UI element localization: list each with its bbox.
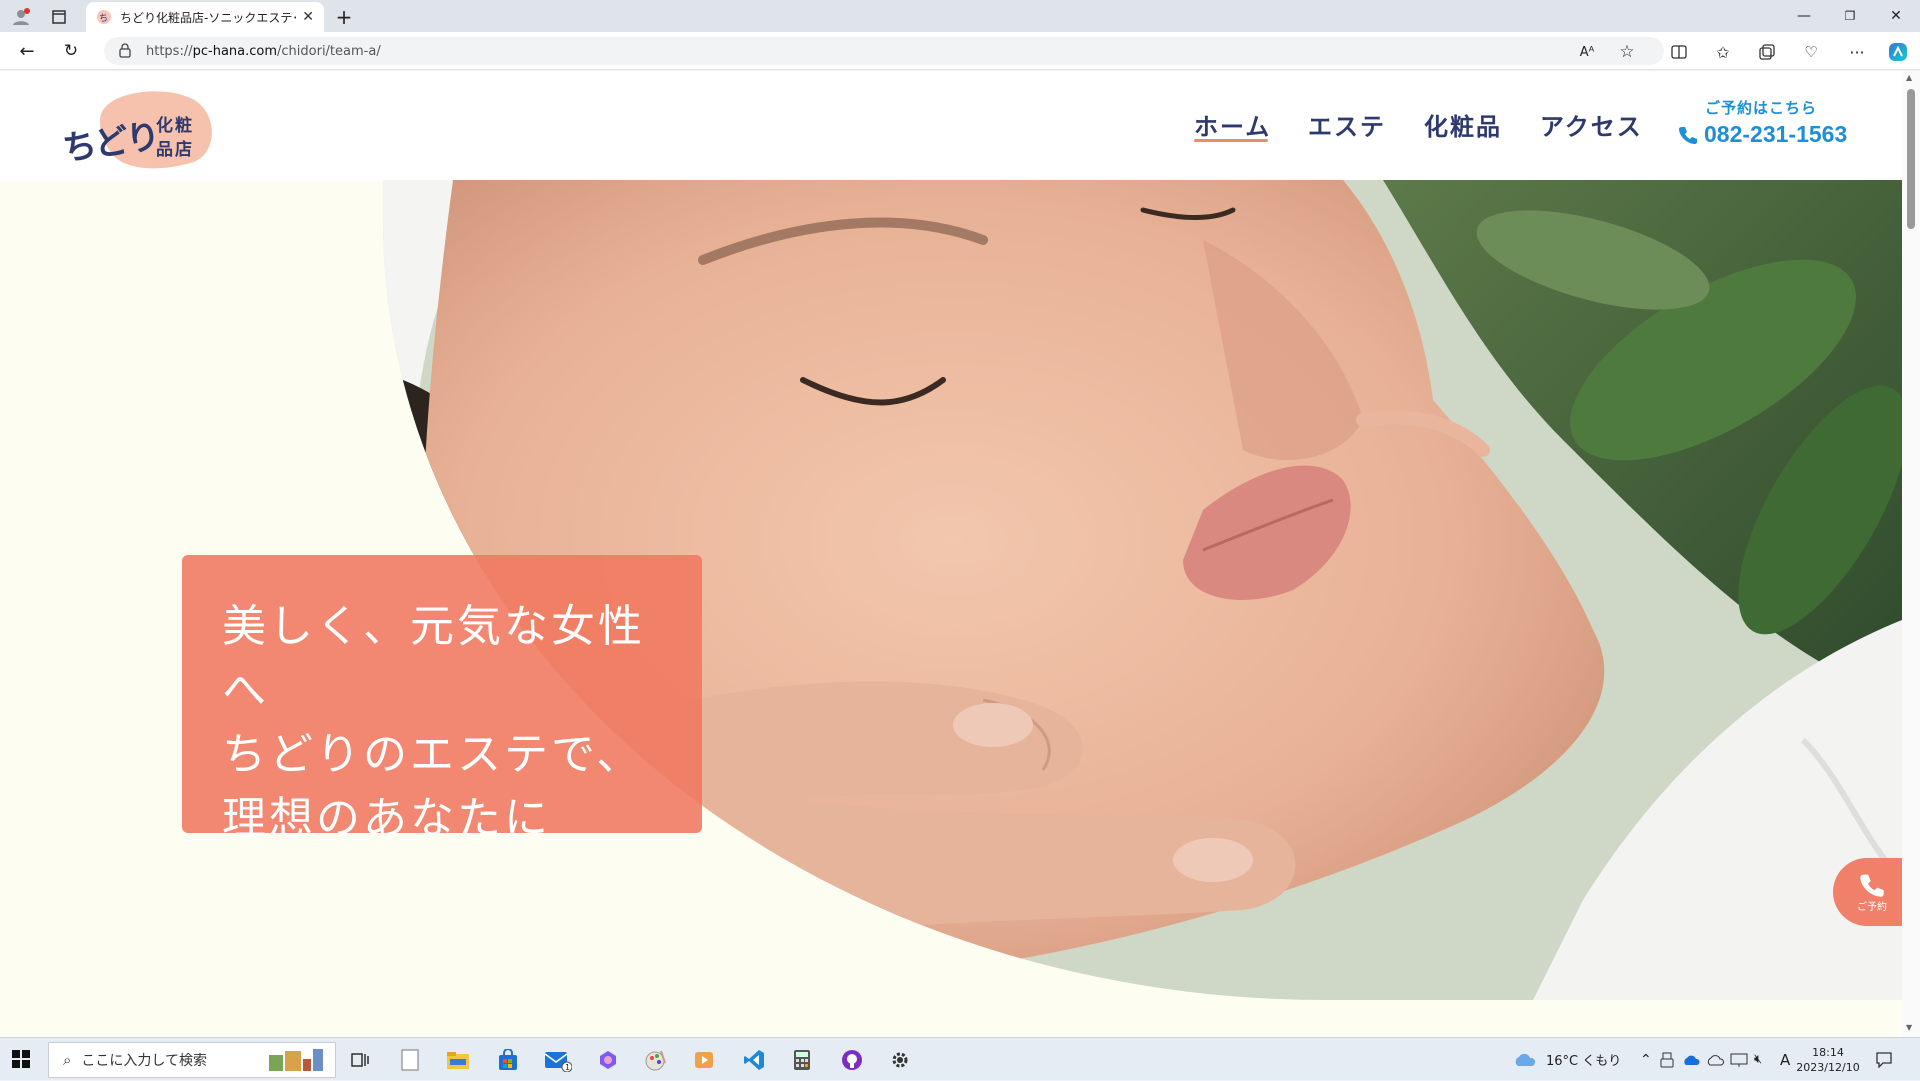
more-menu-icon[interactable]: ··· [1846,41,1868,63]
url-path: /chidori/team-a/ [277,43,381,59]
vscode-app-icon[interactable] [738,1044,770,1076]
lock-icon[interactable] [118,42,132,62]
minimize-icon[interactable]: — [1792,6,1816,26]
weather-widget[interactable]: 16°C くもり [1512,1038,1621,1081]
nav-active-underline [1194,139,1268,142]
browser-tab-strip: ち ちどり化粧品店-ソニックエステ･化粧 ✕ + — ❐ ✕ [0,0,1920,32]
site-favicon-icon: ち [97,10,111,24]
notification-icon[interactable] [1876,1038,1892,1081]
profile-icon[interactable] [10,6,32,28]
scroll-down-icon[interactable]: ▼ [1906,1023,1912,1032]
close-tab-icon[interactable]: ✕ [302,9,314,25]
task-view-icon[interactable] [344,1044,376,1076]
url-prefix: https:// [146,43,193,59]
nav-esthe-link[interactable]: エステ [1308,107,1386,142]
site-logo[interactable]: ちどり 化粧 品店 [60,81,220,177]
page-scrollbar[interactable]: ▲ ▼ [1902,71,1920,1037]
reserve-phone-link[interactable]: 082-231-1563 [1678,121,1847,148]
ime-indicator[interactable]: A [1780,1038,1790,1081]
refresh-icon[interactable]: ↻ [60,40,82,62]
store-app-icon[interactable] [492,1044,524,1076]
floating-reserve-button[interactable]: ご予約 [1833,858,1902,926]
windows-taskbar: ⌕ ここに入力して検索 1 16°C くもり ⌃ 🔇︎ A 18:14 2023… [0,1037,1920,1080]
restore-icon[interactable]: ❐ [1838,6,1862,26]
url-host: pc-hana.com [192,43,278,59]
favorites-icon[interactable]: ✩ [1712,41,1734,63]
reserve-label: ご予約はこちら [1705,99,1818,117]
svg-text:1: 1 [565,1063,570,1072]
clock-time: 18:14 [1812,1045,1844,1059]
network-icon[interactable] [1730,1038,1748,1081]
catch-line-1: 美しく、元気な女性へ [222,601,645,716]
calculator-app-icon[interactable] [786,1044,818,1076]
catch-line-2: ちどりのエステで、 [222,729,644,780]
settings-app-icon[interactable] [884,1044,916,1076]
clock-date: 2023/12/10 [1796,1060,1860,1074]
windows-start-icon[interactable] [12,1050,32,1070]
search-icon: ⌕ [63,1051,72,1069]
reserve-phone-number: 082-231-1563 [1704,121,1848,147]
back-icon[interactable]: ← [16,40,38,62]
svg-text:ち: ち [99,13,108,24]
nav-access-link[interactable]: アクセス [1540,107,1643,142]
hero-catchphrase: 美しく、元気な女性へ ちどりのエステで、 理想のあなたに [182,555,702,844]
nav-cosmetics-link[interactable]: 化粧品 [1424,107,1502,142]
notepad-app-icon[interactable] [394,1044,426,1076]
site-header: ちどり 化粧 品店 ホーム エステ 化粧品 アクセス ご予約はこちら 082-2… [0,71,1902,181]
search-highlight-icon [267,1047,327,1079]
favorite-star-icon[interactable]: ☆ [1616,41,1638,63]
copilot-icon[interactable] [1886,40,1910,64]
phone-icon [1860,874,1884,897]
browser-toolbar: ← ↻ https://pc-hana.com/chidori/team-a/ … [0,32,1920,70]
tray-overflow-icon[interactable]: ⌃ [1640,1038,1652,1081]
split-screen-icon[interactable] [1668,41,1690,63]
github-app-icon[interactable] [836,1044,868,1076]
clock[interactable]: 18:14 2023/12/10 [1796,1038,1860,1081]
speaker-muted-icon[interactable]: 🔇︎ [1754,1038,1762,1081]
logo-text-sub2: 品店 [156,140,194,160]
catch-line-3: 理想のあなたに [222,793,551,844]
floating-reserve-label: ご予約 [1857,901,1887,913]
paint-app-icon[interactable] [640,1044,672,1076]
copilot-app-icon[interactable] [592,1044,624,1076]
new-tab-icon[interactable]: + [332,5,356,29]
cloud-icon [1515,1053,1536,1066]
collections-icon[interactable] [1756,41,1778,63]
browser-essentials-icon[interactable]: ♡ [1800,41,1822,63]
media-player-icon[interactable] [688,1044,720,1076]
tab-actions-icon[interactable] [50,8,68,26]
nav-home-link[interactable]: ホーム [1194,107,1271,142]
url-bar[interactable]: https://pc-hana.com/chidori/team-a/ [104,37,1664,65]
file-explorer-icon[interactable] [442,1044,474,1076]
tray-usb-icon[interactable] [1660,1038,1674,1081]
onedrive-icon[interactable] [1682,1038,1700,1081]
taskbar-search-placeholder: ここに入力して検索 [81,1053,207,1069]
scroll-up-icon[interactable]: ▲ [1906,73,1912,82]
phone-icon [1679,126,1697,144]
logo-text-sub1: 化粧 [156,116,194,136]
onedrive-personal-icon[interactable] [1706,1038,1724,1081]
tab-title: ちどり化粧品店-ソニックエステ･化粧 [120,10,296,25]
weather-text: 16°C くもり [1546,1054,1622,1069]
scrollbar-thumb[interactable] [1907,89,1915,229]
close-window-icon[interactable]: ✕ [1884,6,1908,26]
browser-tab-active[interactable]: ち ちどり化粧品店-ソニックエステ･化粧 ✕ [86,2,324,32]
read-aloud-icon[interactable]: Aᴬ [1576,41,1598,63]
web-page: ちどり 化粧 品店 ホーム エステ 化粧品 アクセス ご予約はこちら 082-2… [0,71,1902,1037]
taskbar-search-box[interactable]: ⌕ ここに入力して検索 [48,1042,336,1078]
mail-app-icon[interactable]: 1 [542,1044,574,1076]
